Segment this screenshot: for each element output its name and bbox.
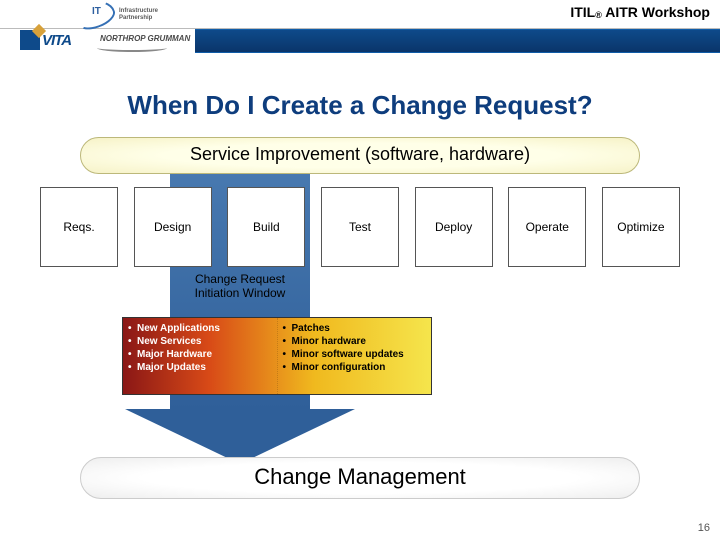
list-item: Major Updates xyxy=(127,362,273,374)
list-item: Minor software updates xyxy=(282,349,428,361)
stage-box: Optimize xyxy=(602,187,680,267)
header-title: ITIL® AITR Workshop xyxy=(570,4,710,20)
northrop-grumman-logo: NORTHROP GRUMMAN xyxy=(100,34,190,43)
minor-changes-column: Patches Minor hardware Minor software up… xyxy=(277,318,432,394)
change-categories-box: New Applications New Services Major Hard… xyxy=(122,317,432,395)
itp-line1: Infrastructure xyxy=(119,8,158,14)
stage-box: Deploy xyxy=(415,187,493,267)
itp-logo-text: Infrastructure Partnership xyxy=(119,8,158,22)
header-title-suffix: AITR Workshop xyxy=(602,4,710,20)
list-item: New Services xyxy=(127,336,273,348)
list-item: Major Hardware xyxy=(127,349,273,361)
stage-box: Build xyxy=(227,187,305,267)
slide-title: When Do I Create a Change Request? xyxy=(0,90,720,121)
service-improvement-pill: Service Improvement (software, hardware) xyxy=(80,137,640,174)
list-item: New Applications xyxy=(127,323,273,335)
stage-row: Reqs. Design Build Test Deploy Operate O… xyxy=(40,187,680,267)
vita-mark-icon xyxy=(20,30,40,50)
list-item: Patches xyxy=(282,323,428,335)
vita-logo-text: VITA xyxy=(42,32,71,49)
ng-swoosh-icon xyxy=(97,44,167,52)
page-number: 16 xyxy=(698,522,710,534)
vita-logo: VITA xyxy=(20,30,71,50)
itp-logo: Infrastructure Partnership xyxy=(75,2,158,28)
registered-mark: ® xyxy=(595,10,602,20)
change-request-window-label: Change Request Initiation Window xyxy=(170,272,310,300)
list-item: Minor configuration xyxy=(282,362,428,374)
header-blue-bar xyxy=(195,30,720,52)
list-item: Minor hardware xyxy=(282,336,428,348)
stage-box: Design xyxy=(134,187,212,267)
change-management-pill: Change Management xyxy=(80,457,640,499)
stage-box: Reqs. xyxy=(40,187,118,267)
flow-arrow-head-icon xyxy=(125,409,355,464)
header-title-prefix: ITIL xyxy=(570,4,595,20)
ng-logo-text: NORTHROP GRUMMAN xyxy=(100,34,190,43)
crw-line1: Change Request xyxy=(195,272,285,286)
crw-line2: Initiation Window xyxy=(195,286,286,300)
stage-box: Test xyxy=(321,187,399,267)
major-changes-column: New Applications New Services Major Hard… xyxy=(123,318,277,394)
stage-box: Operate xyxy=(508,187,586,267)
slide-header: ITIL® AITR Workshop Infrastructure Partn… xyxy=(0,0,720,76)
itp-line2: Partnership xyxy=(119,15,152,21)
diagram: Service Improvement (software, hardware)… xyxy=(40,137,680,507)
